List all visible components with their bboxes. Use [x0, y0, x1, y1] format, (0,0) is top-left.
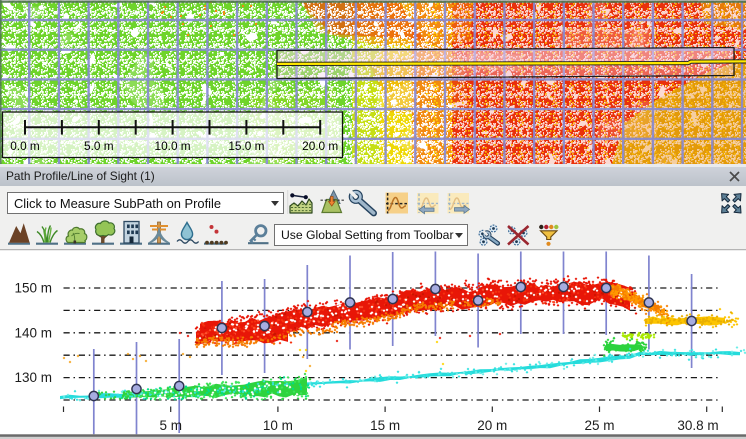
svg-text:150 m: 150 m — [14, 281, 52, 296]
svg-text:15.0 m: 15.0 m — [228, 139, 264, 153]
svg-text:5 m: 5 m — [159, 418, 182, 433]
svg-text:25 m: 25 m — [584, 418, 614, 433]
svg-text:5.0 m: 5.0 m — [84, 139, 114, 153]
svg-text:130 m: 130 m — [14, 370, 52, 385]
svg-text:10 m: 10 m — [263, 418, 293, 433]
svg-text:20 m: 20 m — [477, 418, 507, 433]
svg-text:0.0 m: 0.0 m — [10, 139, 40, 153]
svg-text:30.8 m: 30.8 m — [677, 418, 718, 433]
svg-text:10.0 m: 10.0 m — [155, 139, 191, 153]
svg-text:140 m: 140 m — [14, 325, 52, 340]
svg-text:20.0 m: 20.0 m — [302, 139, 338, 153]
svg-text:15 m: 15 m — [370, 418, 400, 433]
